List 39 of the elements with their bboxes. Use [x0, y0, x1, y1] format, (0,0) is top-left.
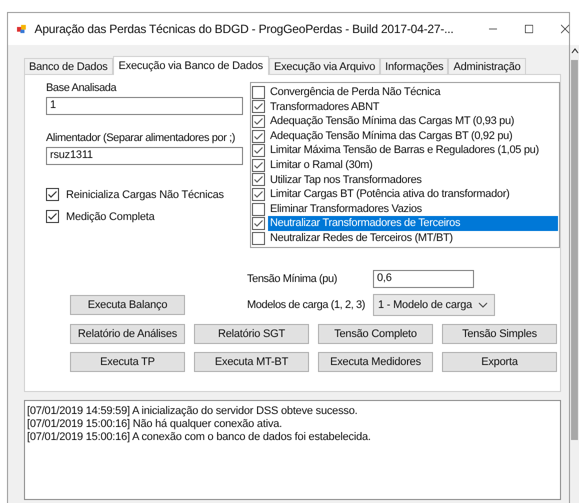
option-item[interactable]: Adequação Tensão Mínima das Cargas BT (0,92 pu) [268, 128, 558, 144]
action-button[interactable]: Relatório de Análises [70, 324, 185, 344]
field-label: Alimentador (Separar alimentadores por ;) [46, 132, 236, 144]
action-button[interactable]: Exporta [442, 352, 557, 372]
option-item[interactable]: Transformadores ABNT [268, 100, 558, 114]
checkbox-label: Medição Completa [66, 210, 155, 222]
log-line: [07/01/2019 15:00:16] Não há qualquer conexão ativa. [27, 418, 284, 431]
input-field[interactable]: 0,6 [373, 270, 474, 288]
field-label: Modelos de carga (1, 2, 3) [247, 299, 366, 311]
option-item[interactable]: Adequação Tensão Mínima das Cargas MT (0,93 pu) [268, 114, 558, 129]
action-button[interactable]: Tensão Completo [318, 324, 433, 344]
option-item[interactable]: Neutralizar Transformadores de Terceiros [268, 216, 558, 231]
option-item[interactable]: Utilizar Tap nos Transformadores [268, 172, 558, 188]
option-item[interactable]: Eliminar Transformadores Vazios [268, 202, 558, 216]
action-button[interactable]: Executa TP [70, 352, 185, 372]
action-button[interactable]: Executa MT-BT [194, 352, 309, 372]
input-field[interactable]: 1 [46, 97, 243, 115]
action-button[interactable]: Relatório SGT [194, 324, 309, 344]
tab[interactable]: Execução via Arquivo [268, 58, 380, 74]
execute-button[interactable]: Executa Balanço [70, 295, 185, 315]
option-item[interactable]: Limitar o Ramal (30m) [268, 158, 558, 173]
option-item[interactable]: Limitar Máxima Tensão de Barras e Reguladores (1,05 pu) [268, 143, 558, 158]
option-item[interactable]: Limitar Cargas BT (Potência ativa do transformador) [268, 187, 558, 202]
action-button[interactable]: Tensão Simples [442, 324, 557, 344]
input-field[interactable]: rsuz1311 [46, 147, 243, 165]
checkbox-label: Reinicializa Cargas Não Técnicas [66, 188, 224, 200]
option-item[interactable]: Convergência de Perda Não Técnica [268, 85, 558, 100]
window-title: Apuração das Perdas Técnicas do BDGD - ProgGeoPerdas - Build 2017-04-27-... [34, 21, 455, 37]
tab[interactable]: Informações [380, 58, 448, 74]
field-label: Base Analisada [46, 82, 116, 94]
option-item[interactable]: Neutralizar Redes de Terceiros (MT/BT) [268, 230, 558, 246]
action-button[interactable]: Executa Medidores [318, 352, 433, 372]
tab[interactable]: Banco de Dados [24, 58, 113, 74]
log-line: [07/01/2019 15:00:16] A conexão com o banco de dados foi estabelecida. [27, 431, 372, 444]
field-label: Tensão Mínima (pu) [247, 273, 338, 285]
tab[interactable]: Administração [448, 58, 526, 74]
log-line: [07/01/2019 14:59:59] A inicialização do servidor DSS obteve sucesso. [27, 405, 358, 418]
dropdown[interactable]: 1 - Modelo de carga [373, 294, 495, 316]
tab[interactable]: Execução via Banco de Dados [112, 56, 269, 75]
